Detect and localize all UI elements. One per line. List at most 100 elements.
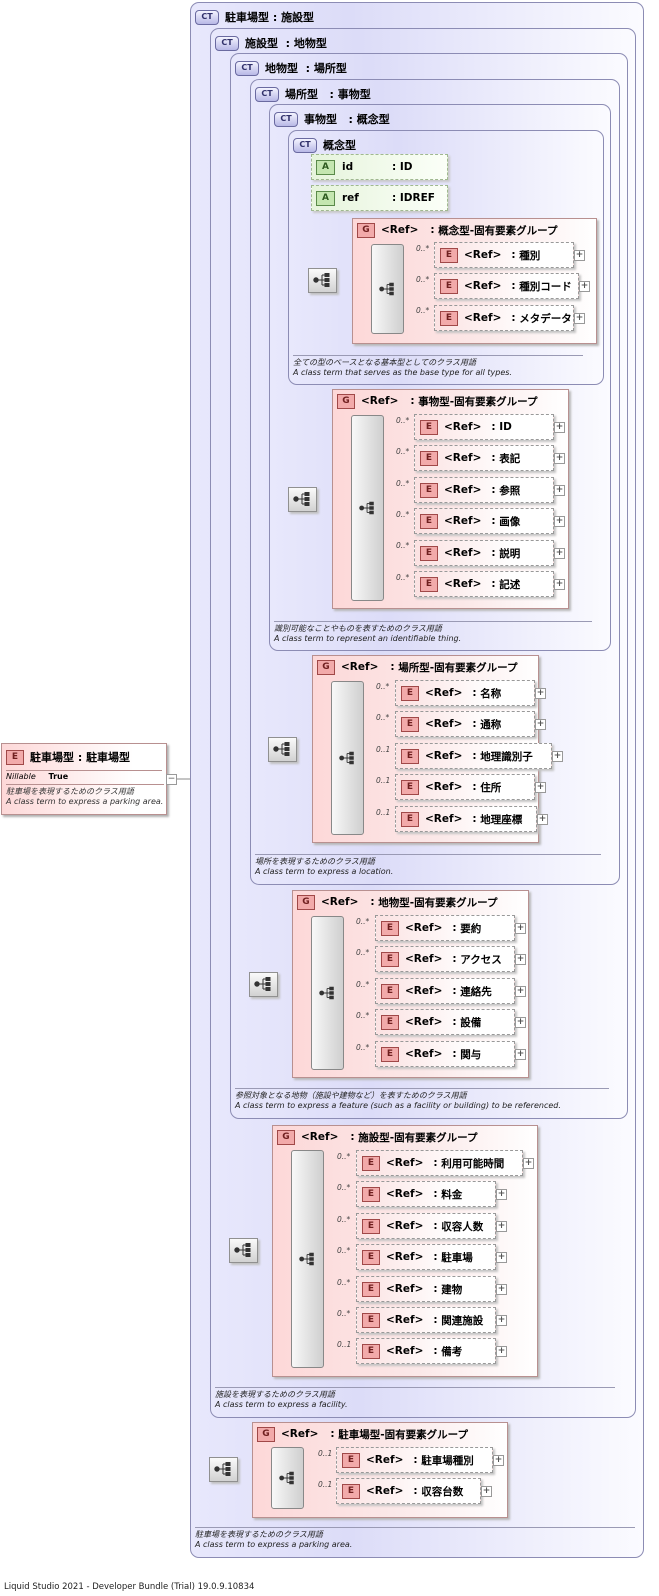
expand-icon[interactable]: + <box>574 250 585 261</box>
element-ref[interactable]: E <Ref>: 料金 + <box>356 1181 507 1207</box>
expand-icon[interactable]: + <box>535 719 546 730</box>
element-ref[interactable]: E <Ref>: 表記 + <box>414 445 565 471</box>
attribute-id[interactable]: Aid: ID <box>311 154 448 180</box>
collapse-icon[interactable]: − <box>166 774 177 785</box>
element-ref-label: <Ref> <box>366 1454 404 1466</box>
element-icon: E <box>420 450 438 466</box>
expand-icon[interactable]: + <box>515 1049 526 1060</box>
element-ref[interactable]: E <Ref>: 名称 + <box>395 680 546 706</box>
cardinality: 0..* <box>396 510 410 519</box>
element-ref[interactable]: E <Ref>: 建物 + <box>356 1276 507 1302</box>
expand-icon[interactable]: + <box>579 281 590 292</box>
element-ref[interactable]: E <Ref>: 地理識別子 + <box>395 743 563 769</box>
expand-icon[interactable]: + <box>496 1346 507 1357</box>
expand-icon[interactable]: + <box>535 782 546 793</box>
element-ref[interactable]: E <Ref>: 設備 + <box>375 1009 526 1035</box>
expand-icon[interactable]: + <box>515 1017 526 1028</box>
sequence-bar <box>311 916 344 1070</box>
element-ref-label: <Ref> <box>444 547 482 559</box>
element-name: 地理識別子 <box>480 750 533 763</box>
expand-icon[interactable]: + <box>496 1221 507 1232</box>
complex-type-icon: CT <box>274 111 298 127</box>
expand-icon[interactable]: + <box>554 422 565 433</box>
expand-icon[interactable]: + <box>574 313 585 324</box>
element-ref[interactable]: E <Ref>: 収容台数 + <box>336 1478 492 1504</box>
element-icon: E <box>381 983 399 999</box>
expand-icon[interactable]: + <box>515 923 526 934</box>
expand-icon[interactable]: + <box>535 688 546 699</box>
element-ref[interactable]: E <Ref>: メタデータ + <box>434 305 585 331</box>
expand-icon[interactable]: + <box>496 1284 507 1295</box>
sequence-node[interactable] <box>249 972 278 997</box>
expand-icon[interactable]: + <box>481 1486 492 1497</box>
element-name: 画像 <box>499 515 521 528</box>
element-icon: E <box>381 920 399 936</box>
element-ref[interactable]: E <Ref>: 駐車場 + <box>356 1244 507 1270</box>
element-ref-label: <Ref> <box>386 1314 424 1326</box>
element-ref[interactable]: E <Ref>: 住所 + <box>395 774 546 800</box>
element-icon: E <box>342 1483 360 1499</box>
element-ref-label: <Ref> <box>464 280 502 292</box>
element-icon: E <box>362 1155 380 1171</box>
element-ref[interactable]: E <Ref>: 要約 + <box>375 915 526 941</box>
group-icon: G <box>357 222 375 238</box>
element-ref[interactable]: E <Ref>: 画像 + <box>414 508 565 534</box>
sequence-node[interactable] <box>209 1457 238 1482</box>
expand-icon[interactable]: + <box>515 986 526 997</box>
expand-icon[interactable]: + <box>523 1158 534 1169</box>
expand-icon[interactable]: + <box>554 485 565 496</box>
element-name: アクセス <box>460 953 502 966</box>
element-ref[interactable]: E <Ref>: 説明 + <box>414 540 565 566</box>
element-ref[interactable]: E <Ref>: 関連施設 + <box>356 1307 507 1333</box>
expand-icon[interactable]: + <box>496 1252 507 1263</box>
cardinality: 0..* <box>356 917 370 926</box>
attribute-name: ref <box>342 192 359 204</box>
sequence-bar <box>371 244 404 334</box>
attribute-ref[interactable]: Aref: IDREF <box>311 185 448 211</box>
element-ref[interactable]: E <Ref>: ID + <box>414 414 565 440</box>
element-ref[interactable]: E <Ref>: 通称 + <box>395 711 546 737</box>
complex-type-base: 地物型 <box>293 37 327 50</box>
element-icon: E <box>420 545 438 561</box>
expand-icon[interactable]: + <box>554 453 565 464</box>
expand-icon[interactable]: + <box>554 548 565 559</box>
root-element[interactable]: E 駐車場型 : 駐車場型 Nillable True 駐車場を表現するためのク… <box>1 743 177 815</box>
element-icon: E <box>440 247 458 263</box>
element-name: 通称 <box>480 718 502 731</box>
element-ref[interactable]: E <Ref>: アクセス + <box>375 946 526 972</box>
element-ref[interactable]: E <Ref>: 関与 + <box>375 1041 526 1067</box>
element-ref[interactable]: E <Ref>: 備考 + <box>356 1338 507 1364</box>
element-ref[interactable]: E <Ref>: 連絡先 + <box>375 978 526 1004</box>
cardinality: 0..* <box>337 1215 351 1224</box>
complex-type-note-en: A class term that serves as the base typ… <box>293 368 512 377</box>
element-ref[interactable]: E <Ref>: 種別コード + <box>434 273 590 299</box>
expand-icon[interactable]: + <box>515 954 526 965</box>
element-ref-label: <Ref> <box>366 1485 404 1497</box>
element-ref-label: <Ref> <box>425 750 463 762</box>
group-name: 事物型-固有要素グループ <box>418 395 538 408</box>
expand-icon[interactable]: + <box>493 1455 504 1466</box>
element-ref[interactable]: E <Ref>: 利用可能時間 + <box>356 1150 534 1176</box>
expand-icon[interactable]: + <box>554 516 565 527</box>
sequence-node[interactable] <box>288 487 317 512</box>
element-ref[interactable]: E <Ref>: 参照 + <box>414 477 565 503</box>
sequence-node[interactable] <box>229 1238 258 1263</box>
expand-icon[interactable]: + <box>496 1189 507 1200</box>
expand-icon[interactable]: + <box>537 814 548 825</box>
expand-icon[interactable]: + <box>554 579 565 590</box>
element-name: 利用可能時間 <box>441 1157 505 1170</box>
sequence-node[interactable] <box>308 268 337 293</box>
element-name: 駐車場 <box>441 1251 473 1264</box>
element-ref[interactable]: E <Ref>: 収容人数 + <box>356 1213 507 1239</box>
expand-icon[interactable]: + <box>552 751 563 762</box>
element-ref[interactable]: E <Ref>: 地理座標 + <box>395 806 548 832</box>
cardinality: 0..* <box>356 1043 370 1052</box>
sequence-node[interactable] <box>268 737 297 762</box>
element-ref[interactable]: E <Ref>: 種別 + <box>434 242 585 268</box>
element-ref[interactable]: E <Ref>: 記述 + <box>414 571 565 597</box>
element-ref[interactable]: E <Ref>: 駐車場種別 + <box>336 1447 504 1473</box>
expand-icon[interactable]: + <box>496 1315 507 1326</box>
element-icon: E <box>401 685 419 701</box>
element-ref-label: <Ref> <box>425 813 463 825</box>
complex-type-note-ja: 場所を表現するためのクラス用語 <box>255 857 375 866</box>
